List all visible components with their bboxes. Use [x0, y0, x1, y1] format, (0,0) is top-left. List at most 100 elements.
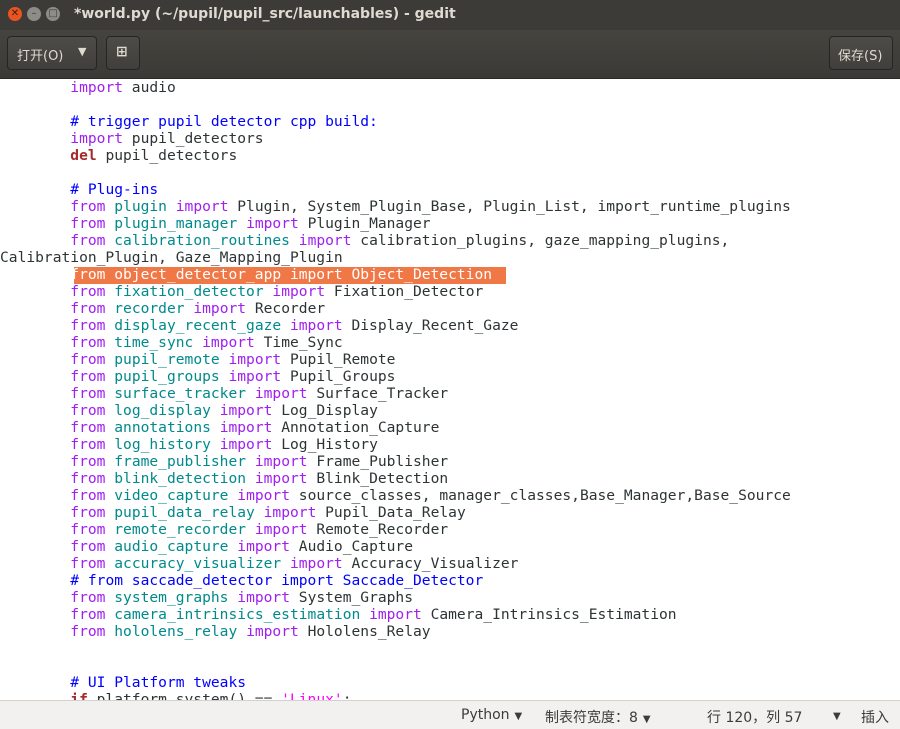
code-line[interactable]: from remote_recorder import Remote_Recor… — [0, 521, 448, 538]
code-line[interactable]: if platform.system() == 'Linux': — [0, 691, 351, 700]
save-button-label: 保存(S) — [838, 49, 883, 64]
code-line[interactable]: from recorder import Recorder — [0, 300, 325, 317]
code-line-selected[interactable]: from object_detector_app import Object_D… — [0, 266, 492, 283]
code-line[interactable]: from plugin_manager import Plugin_Manage… — [0, 215, 431, 232]
code-token: import — [263, 504, 317, 521]
code-line[interactable]: from hololens_relay import Hololens_Rela… — [0, 623, 430, 640]
language-selector[interactable]: Python ▼ — [461, 707, 522, 723]
code-token: Accuracy_Visualizer — [342, 555, 519, 572]
insert-mode-label: 插入 — [861, 710, 889, 726]
code-token: from — [70, 419, 106, 436]
code-line[interactable]: from camera_intrinsics_estimation import… — [0, 606, 676, 623]
code-line[interactable]: del pupil_detectors — [0, 147, 237, 164]
code-line[interactable]: import pupil_detectors — [0, 130, 263, 147]
code-token: import — [70, 79, 124, 96]
code-token: hololens_relay — [114, 623, 238, 640]
code-token: 'Linux' — [281, 691, 343, 700]
code-line[interactable]: from pupil_remote import Pupil_Remote — [0, 351, 395, 368]
code-token: Log_Display — [272, 402, 378, 419]
code-token: from — [70, 385, 106, 402]
code-line[interactable]: from audio_capture import Audio_Capture — [0, 538, 413, 555]
code-line[interactable]: # from saccade_detector import Saccade_D… — [0, 572, 483, 589]
code-line[interactable]: from calibration_routines import calibra… — [0, 232, 729, 249]
code-line[interactable]: # trigger pupil detector cpp build: — [0, 113, 378, 130]
code-line[interactable]: from display_recent_gaze import Display_… — [0, 317, 518, 334]
code-token: annotations — [114, 419, 211, 436]
code-token: import — [228, 351, 282, 368]
title-bar: ✕ – □ *world.py (~/pupil/pupil_src/launc… — [0, 0, 900, 30]
code-line[interactable]: from surface_tracker import Surface_Trac… — [0, 385, 448, 402]
code-line[interactable]: from time_sync import Time_Sync — [0, 334, 342, 351]
code-line[interactable]: import audio — [0, 79, 176, 96]
code-line[interactable]: from plugin import Plugin, System_Plugin… — [0, 198, 791, 215]
save-button[interactable]: 保存(S) — [829, 36, 893, 70]
code-line[interactable]: from log_history import Log_History — [0, 436, 378, 453]
code-token: remote_recorder — [114, 521, 247, 538]
code-line[interactable]: Calibration_Plugin, Gaze_Mapping_Plugin — [0, 249, 343, 266]
code-token: system_graphs — [114, 589, 229, 606]
code-token: plugin — [114, 198, 167, 215]
code-editor[interactable]: import audio # trigger pupil detector cp… — [0, 79, 900, 700]
code-token: import — [254, 453, 308, 470]
code-line[interactable]: # Plug-ins — [0, 181, 158, 198]
new-document-icon: ⊞ — [116, 44, 128, 60]
code-line[interactable]: from accuracy_visualizer import Accuracy… — [0, 555, 518, 572]
code-line[interactable]: from log_display import Log_Display — [0, 402, 378, 419]
code-token: from — [70, 402, 106, 419]
close-window-button[interactable]: ✕ — [8, 7, 22, 21]
code-token: import — [298, 232, 352, 249]
code-line[interactable]: from fixation_detector import Fixation_D… — [0, 283, 483, 300]
code-token: audio — [123, 79, 176, 96]
minimize-window-button[interactable]: – — [27, 7, 41, 21]
maximize-window-button[interactable]: □ — [46, 7, 60, 21]
chevron-down-icon: ▼ — [642, 714, 651, 725]
code-token: del — [70, 147, 97, 164]
new-document-button[interactable]: ⊞ — [106, 36, 140, 70]
code-token: from — [70, 368, 106, 385]
position-menu-button[interactable]: ▼ — [828, 707, 841, 723]
code-line[interactable]: from pupil_data_relay import Pupil_Data_… — [0, 504, 466, 521]
open-button[interactable]: 打开(O) ▼ — [7, 36, 97, 70]
code-line[interactable]: from pupil_groups import Pupil_Groups — [0, 368, 395, 385]
code-token: Plugin_Manager — [298, 215, 431, 232]
code-token: from — [70, 283, 106, 300]
code-token: from — [70, 521, 106, 538]
code-line[interactable]: from video_capture import source_classes… — [0, 487, 791, 504]
code-token: platform.system() == — [87, 691, 282, 700]
cursor-position-label: 行 120，列 57 — [707, 710, 803, 726]
code-token: import — [272, 283, 326, 300]
code-line[interactable]: from blink_detection import Blink_Detect… — [0, 470, 448, 487]
insert-mode[interactable]: 插入 — [861, 707, 889, 727]
code-token: from — [70, 300, 106, 317]
code-token: from — [70, 487, 106, 504]
code-line[interactable]: from system_graphs import System_Graphs — [0, 589, 413, 606]
code-token: Pupil_Data_Relay — [316, 504, 466, 521]
code-line[interactable]: from frame_publisher import Frame_Publis… — [0, 453, 448, 470]
code-line[interactable]: # UI Platform tweaks — [0, 674, 246, 691]
code-line[interactable]: from annotations import Annotation_Captu… — [0, 419, 439, 436]
tab-width-selector[interactable]: 制表符宽度：8 ▼ — [545, 707, 651, 727]
